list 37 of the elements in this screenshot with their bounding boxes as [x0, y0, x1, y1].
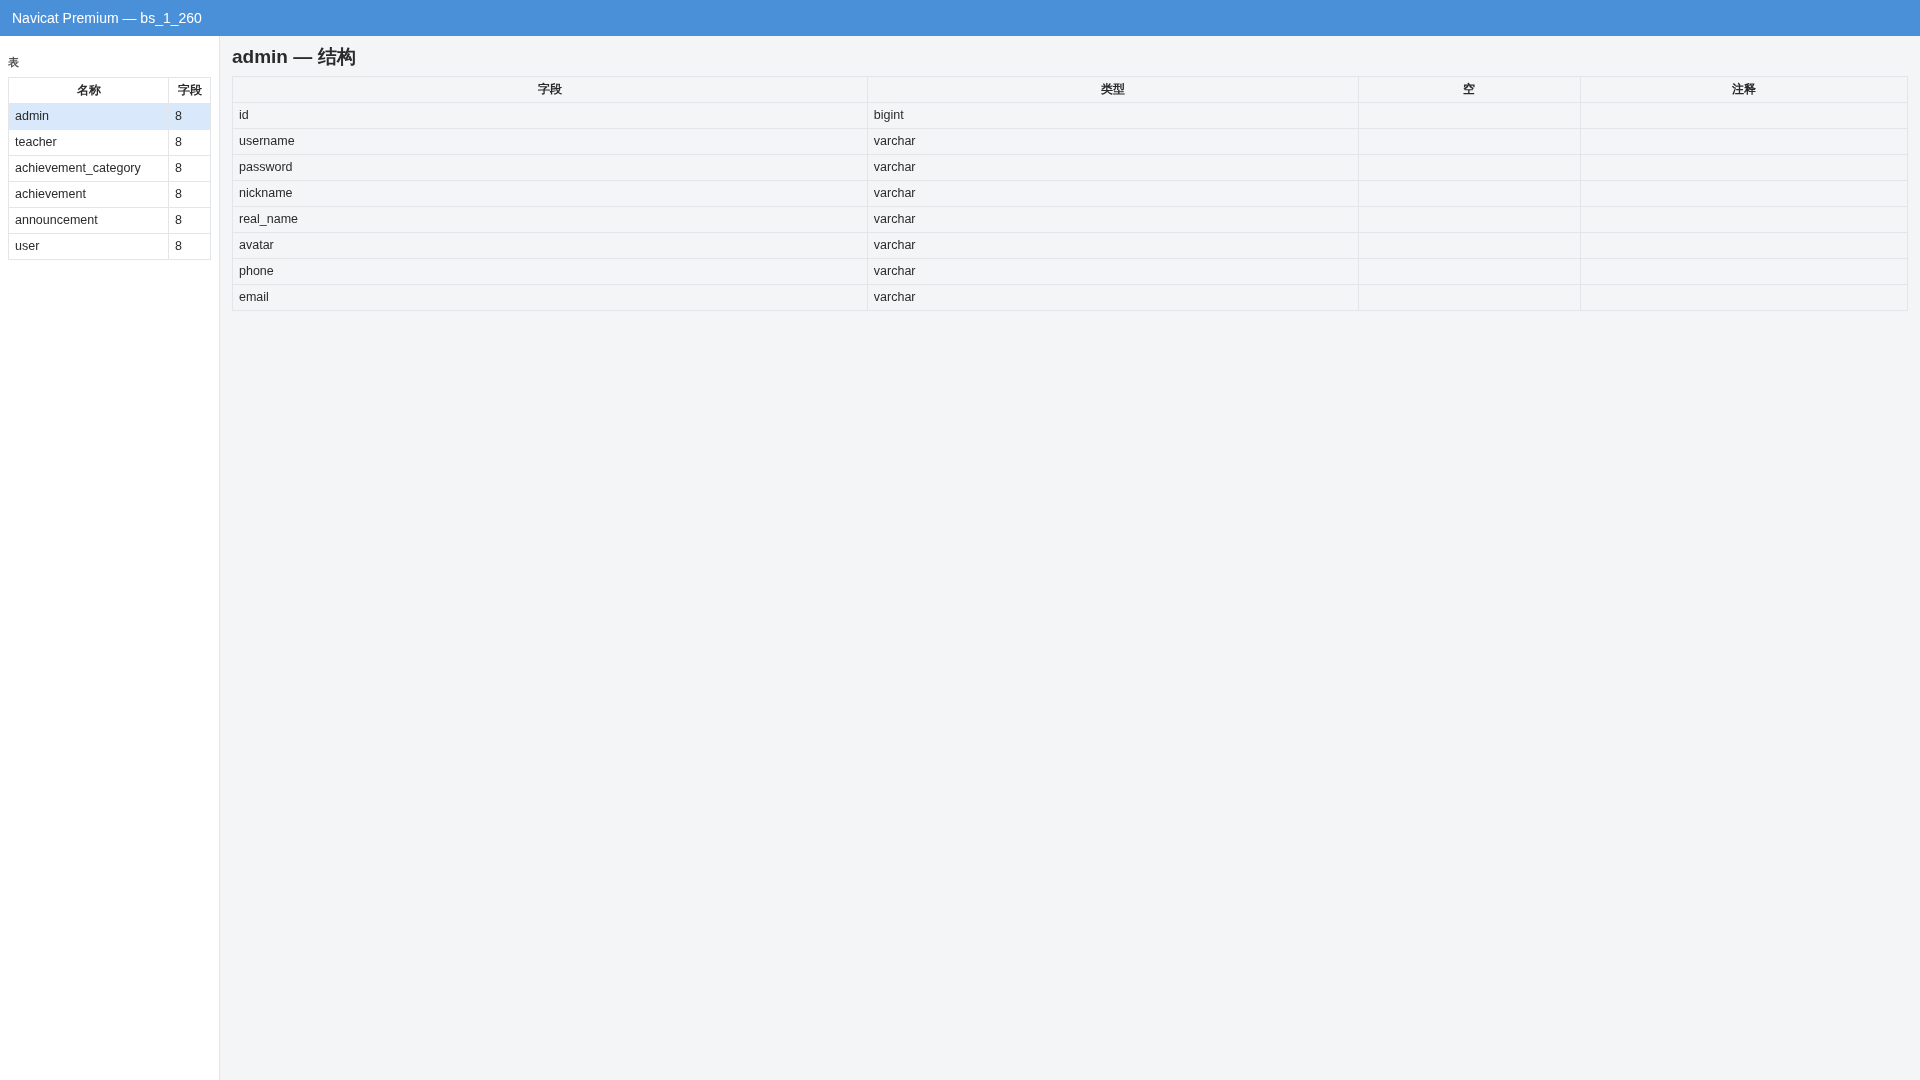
field-type-cell: varchar — [867, 154, 1359, 181]
field-type-cell: varchar — [867, 232, 1359, 259]
table-list-row[interactable]: teacher 8 — [8, 129, 211, 155]
table-list-row[interactable]: user 8 — [8, 233, 211, 259]
field-type-cell: varchar — [867, 180, 1359, 207]
column-header: 名称 — [8, 77, 169, 103]
table-name-cell: achievement_category — [8, 155, 169, 181]
column-header: 字段 — [168, 77, 211, 103]
field-name-cell: nickname — [232, 180, 868, 207]
column-header: 空 — [1358, 76, 1580, 103]
field-type-cell: varchar — [867, 128, 1359, 155]
sidebar-label: 表 — [8, 55, 19, 70]
field-name-cell: username — [232, 128, 868, 155]
column-header: 类型 — [867, 76, 1359, 103]
field-name-cell: phone — [232, 258, 868, 285]
field-name-cell: email — [232, 284, 868, 311]
column-header: 字段 — [232, 76, 868, 103]
column-header: 注释 — [1580, 76, 1908, 103]
field-type-cell: bigint — [867, 102, 1359, 129]
table-name-cell: announcement — [8, 207, 169, 233]
table-list-row[interactable]: achievement 8 — [8, 181, 211, 207]
field-type-cell: varchar — [867, 258, 1359, 285]
window-title: Navicat Premium — bs_1_260 — [12, 8, 202, 28]
table-name-cell: achievement — [8, 181, 169, 207]
field-name-cell: avatar — [232, 232, 868, 259]
field-type-cell: varchar — [867, 206, 1359, 233]
table-list-row[interactable]: admin 8 — [8, 103, 211, 129]
table-name-cell: user — [8, 233, 169, 259]
table-list-row[interactable]: achievement_category 8 — [8, 155, 211, 181]
field-name-cell: real_name — [232, 206, 868, 233]
table-name-cell: admin — [8, 103, 169, 129]
table-list-row[interactable]: announcement 8 — [8, 207, 211, 233]
page-heading: admin — 结构 — [232, 46, 356, 69]
field-type-cell: varchar — [867, 284, 1359, 311]
table-name-cell: teacher — [8, 129, 169, 155]
field-name-cell: password — [232, 154, 868, 181]
field-name-cell: id — [232, 102, 868, 129]
